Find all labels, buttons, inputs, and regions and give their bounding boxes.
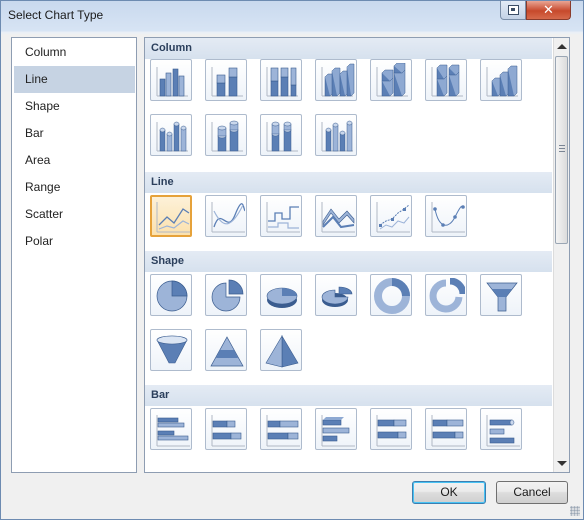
column-stacked-glyph [211,67,243,97]
bar-3d-stacked-100-icon[interactable] [425,408,467,450]
pie-3d-icon[interactable] [260,274,302,316]
doughnut-icon[interactable] [370,274,412,316]
bar-stacked-100-icon[interactable] [260,408,302,450]
pyramid-glyph [210,336,244,367]
cylinder-bar-icon[interactable] [480,408,522,450]
cylinder-stacked-100-glyph [266,121,298,152]
column-clustered-glyph [156,67,188,97]
bar-3d-stacked-icon[interactable] [370,408,412,450]
cylinder-stacked-100-icon[interactable] [260,114,302,156]
line-markers-glyph [376,202,410,233]
group-header-shape: Shape [145,251,552,272]
grip-icon [559,145,565,152]
select-chart-type-dialog: Select Chart Type ✕ Column Line Shape Ba… [0,0,584,520]
cancel-button[interactable]: Cancel [496,481,568,504]
3d-line-icon[interactable] [315,195,357,237]
column-3d-glyph [486,65,518,97]
smooth-line-markers-icon[interactable] [425,195,467,237]
bar-3d-clustered-icon[interactable] [315,408,357,450]
category-scatter[interactable]: Scatter [14,201,135,228]
stepped-line-glyph [266,202,300,233]
bar-clustered-glyph [156,415,190,447]
restore-icon [507,5,519,15]
column-stacked-100-icon[interactable] [260,59,302,101]
column-3d-icon[interactable] [480,59,522,101]
exploded-doughnut-glyph [429,278,465,313]
cylinder-clustered-glyph [156,121,188,152]
column-3d-stacked-100-icon[interactable] [425,59,467,101]
smooth-line-glyph [211,202,245,233]
cylinder-stacked-glyph [211,120,243,152]
bar-clustered-icon[interactable] [150,408,192,450]
bar-stacked-icon[interactable] [205,408,247,450]
bar-3d-stacked-100-glyph [431,415,465,447]
bar-stacked-glyph [211,415,245,447]
scroll-thumb[interactable] [555,56,568,244]
pyramid-icon[interactable] [205,329,247,371]
close-icon: ✕ [543,2,554,18]
pie-icon[interactable] [150,274,192,316]
column-3d-stacked-100-glyph [431,64,463,97]
exploded-pie-icon[interactable] [205,274,247,316]
title-bar[interactable]: Select Chart Type ✕ [1,1,583,31]
funnel-3d-icon[interactable] [150,329,192,371]
exploded-pie-3d-glyph [321,286,353,307]
3d-line-glyph [321,202,355,233]
line-icon[interactable] [150,195,192,237]
cylinder-3d-icon[interactable] [315,114,357,156]
category-bar[interactable]: Bar [14,120,135,147]
smooth-line-markers-glyph [431,202,465,233]
exploded-pie-3d-icon[interactable] [315,274,357,316]
vertical-scrollbar[interactable] [553,38,569,472]
category-line[interactable]: Line [14,66,135,93]
stepped-line-icon[interactable] [260,195,302,237]
column-3d-stacked-icon[interactable] [370,59,412,101]
funnel-icon[interactable] [480,274,522,316]
column-clustered-icon[interactable] [150,59,192,101]
funnel-3d-glyph [156,335,188,364]
funnel-glyph [486,282,518,312]
doughnut-glyph [374,278,410,314]
category-range[interactable]: Range [14,174,135,201]
dialog-title: Select Chart Type [8,8,104,22]
ok-button[interactable]: OK [412,481,486,504]
bar-3d-clustered-glyph [321,415,355,447]
chart-category-list: Column Line Shape Bar Area Range Scatter… [11,37,137,473]
pyramid-3d-icon[interactable] [260,329,302,371]
cylinder-bar-glyph [486,415,520,447]
smooth-line-icon[interactable] [205,195,247,237]
scroll-down-icon[interactable] [557,461,567,466]
exploded-pie-glyph [211,279,244,312]
pyramid-3d-glyph [265,334,299,368]
group-header-line: Line [145,172,552,193]
cylinder-clustered-icon[interactable] [150,114,192,156]
close-button[interactable]: ✕ [526,1,571,20]
restore-button[interactable] [500,1,526,20]
group-header-column: Column [145,38,552,59]
column-stacked-icon[interactable] [205,59,247,101]
cylinder-stacked-icon[interactable] [205,114,247,156]
line-glyph [156,202,190,233]
scroll-up-icon[interactable] [557,44,567,49]
column-stacked-100-glyph [266,67,298,97]
cylinder-3d-glyph [321,120,353,152]
column-3d-clustered-glyph [321,63,355,97]
line-markers-icon[interactable] [370,195,412,237]
category-column[interactable]: Column [14,39,135,66]
bar-stacked-100-glyph [266,415,300,447]
pie-glyph [156,280,188,312]
category-polar[interactable]: Polar [14,228,135,255]
resize-grip-icon[interactable] [570,506,580,516]
group-header-bar: Bar [145,385,552,406]
chart-gallery: Column Line Shape Bar [144,37,570,473]
column-3d-stacked-glyph [376,63,408,97]
bar-3d-stacked-glyph [376,415,410,447]
category-shape[interactable]: Shape [14,93,135,120]
category-area[interactable]: Area [14,147,135,174]
column-3d-clustered-icon[interactable] [315,59,357,101]
exploded-doughnut-icon[interactable] [425,274,467,316]
pie-3d-glyph [266,287,298,308]
